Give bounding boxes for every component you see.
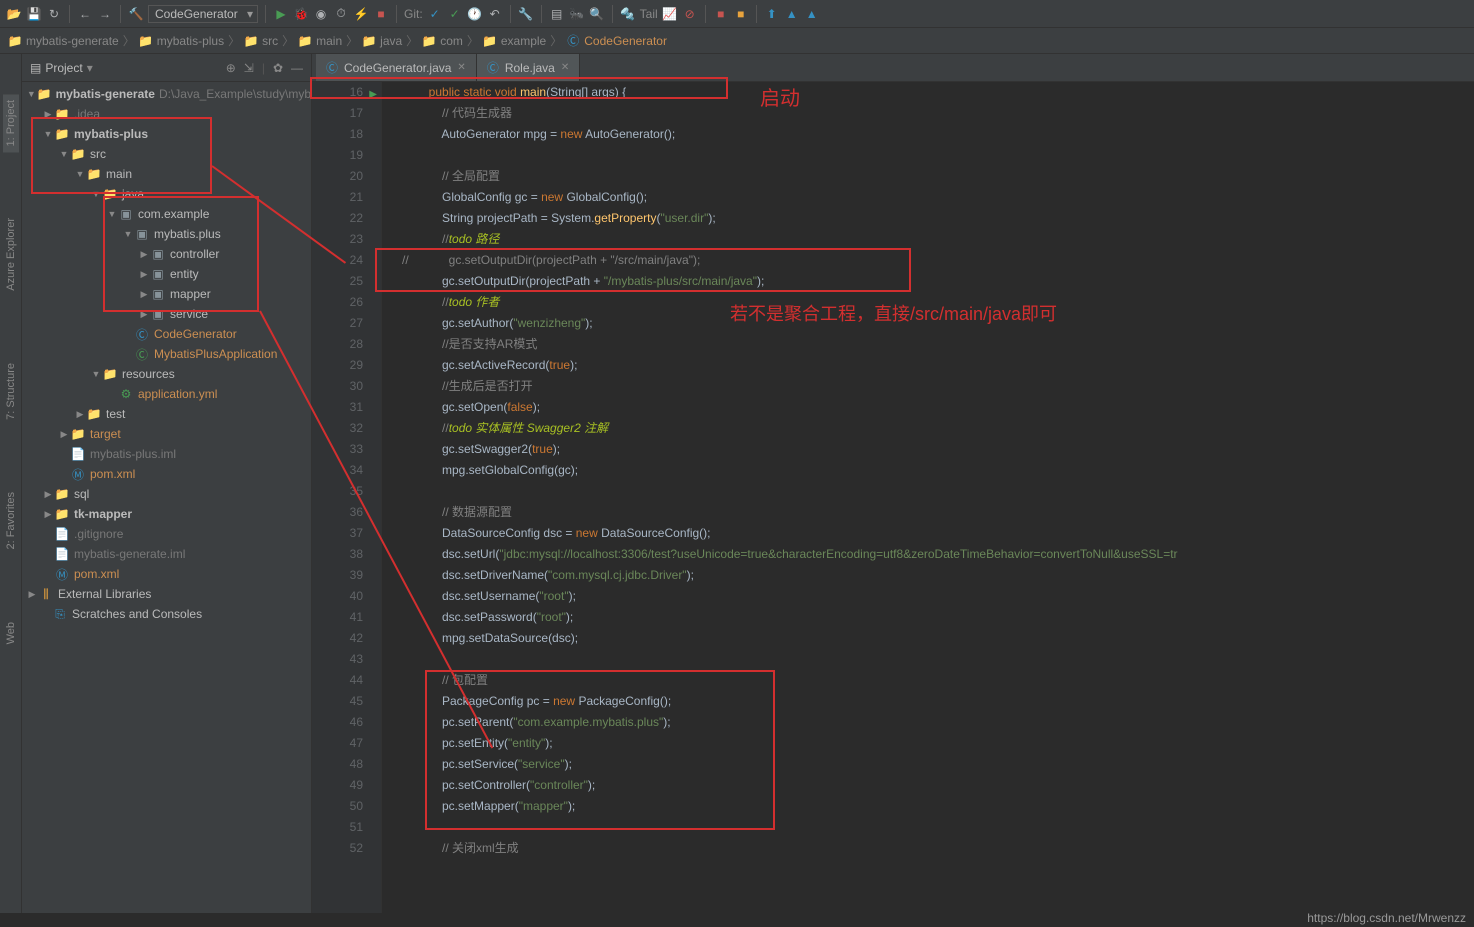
hide-icon[interactable]: — [291, 61, 303, 75]
git-label: Git: [404, 7, 423, 21]
tree-node[interactable]: ▼📁mybatis-plus [22, 124, 311, 144]
structure-icon[interactable]: ▤ [549, 6, 565, 22]
tree-scratches[interactable]: ⎘ Scratches and Consoles [22, 604, 311, 624]
tree-node[interactable]: ▼📁src [22, 144, 311, 164]
breadcrumb-item[interactable]: 📁src [244, 34, 278, 48]
collapse-icon[interactable]: ⇲ [244, 61, 254, 75]
tools-icon[interactable]: 🔩 [620, 6, 636, 22]
tree-node[interactable]: ▼📁resources [22, 364, 311, 384]
left-toolbar: 1: Project Azure Explorer 7: Structure 2… [0, 54, 22, 913]
tree-node[interactable]: ▼▣com.example [22, 204, 311, 224]
tree-node[interactable]: ⒸMybatisPlusApplication [22, 344, 311, 364]
save-icon[interactable]: 💾 [26, 6, 42, 22]
tree-node[interactable]: ▶▣controller [22, 244, 311, 264]
tree-node[interactable]: 📄mybatis-plus.iml [22, 444, 311, 464]
azure-explorer-tab[interactable]: Azure Explorer [3, 212, 19, 297]
favorites-tool-tab[interactable]: 2: Favorites [3, 486, 19, 555]
git-commit-icon[interactable]: ✓ [447, 6, 463, 22]
debug-icon[interactable]: 🐞 [293, 6, 309, 22]
tree-node[interactable]: ▼📁java [22, 184, 311, 204]
breadcrumb-item[interactable]: 📁com [422, 34, 463, 48]
project-tool-tab[interactable]: 1: Project [3, 94, 19, 152]
tree-node[interactable]: Ⓜpom.xml [22, 464, 311, 484]
up-icon[interactable]: ⬆ [764, 6, 780, 22]
editor-area: Ⓒ CodeGenerator.java ✕ Ⓒ Role.java ✕ 16▶… [312, 54, 1474, 913]
wrench-icon[interactable]: 🔧 [518, 6, 534, 22]
azure-icon[interactable]: ▲ [784, 6, 800, 22]
breadcrumb-item[interactable]: 📁example [483, 34, 546, 48]
breadcrumb-item[interactable]: 📁mybatis-generate [8, 34, 119, 48]
forward-icon[interactable]: → [97, 6, 113, 22]
editor-tab[interactable]: Ⓒ CodeGenerator.java ✕ [316, 54, 477, 81]
tree-node[interactable]: ▶▣mapper [22, 284, 311, 304]
run-icon[interactable]: ▶ [273, 6, 289, 22]
tree-node[interactable]: ▶📁test [22, 404, 311, 424]
concurrent-icon[interactable]: ⚡ [353, 6, 369, 22]
back-icon[interactable]: ← [77, 6, 93, 22]
breadcrumb-item[interactable]: 📁main [298, 34, 342, 48]
tree-node[interactable]: Ⓜpom.xml [22, 564, 311, 584]
tree-root[interactable]: ▼📁 mybatis-generate D:\Java_Example\stud… [22, 84, 311, 104]
run-config-combo[interactable]: CodeGenerator [148, 5, 258, 23]
close-icon[interactable]: ✕ [457, 62, 465, 73]
stop-icon[interactable]: ■ [373, 6, 389, 22]
git-revert-icon[interactable]: ↶ [487, 6, 503, 22]
gear-icon[interactable]: ✿ [273, 61, 283, 75]
code-editor[interactable]: 16▶1718192021222324252627282930313233343… [312, 82, 1474, 913]
class-icon: Ⓒ [487, 59, 499, 76]
close-icon[interactable]: ✕ [561, 62, 569, 73]
project-panel-header: ▤Project ▾ ⊕ ⇲ | ✿ — [22, 54, 311, 82]
git-history-icon[interactable]: 🕐 [467, 6, 483, 22]
tree-node[interactable]: 📄.gitignore [22, 524, 311, 544]
tab-label: CodeGenerator.java [344, 61, 451, 75]
azure2-icon[interactable]: ▲ [804, 6, 820, 22]
git-update-icon[interactable]: ✓ [427, 6, 443, 22]
structure-tool-tab[interactable]: 7: Structure [3, 357, 19, 426]
tree-node[interactable]: ▶📁tk-mapper [22, 504, 311, 524]
tree-node[interactable]: ▶▣service [22, 304, 311, 324]
tree-node[interactable]: ▶📁.idea [22, 104, 311, 124]
project-icon: ▤ [30, 61, 41, 75]
project-tree[interactable]: ▼📁 mybatis-generate D:\Java_Example\stud… [22, 82, 311, 913]
tail-label: Tail [640, 7, 658, 21]
watermark: https://blog.csdn.net/Mrwenzz [1307, 911, 1466, 925]
graph-icon[interactable]: 📈 [662, 6, 678, 22]
web-tool-tab[interactable]: Web [3, 616, 19, 650]
main-toolbar: 📂 💾 ↻ ← → 🔨 CodeGenerator ▶ 🐞 ◉ ⏱ ⚡ ■ Gi… [0, 0, 1474, 28]
code-body[interactable]: public static void main(String[] args) {… [382, 82, 1474, 913]
tree-node[interactable]: ▶📁sql [22, 484, 311, 504]
tree-node[interactable]: ⚙application.yml [22, 384, 311, 404]
tree-external-libs[interactable]: ▶⫼ External Libraries [22, 584, 311, 604]
ant-icon[interactable]: 🐜 [569, 6, 585, 22]
line-gutter: 16▶1718192021222324252627282930313233343… [312, 82, 382, 913]
tree-node[interactable]: ▼▣mybatis.plus [22, 224, 311, 244]
open-icon[interactable]: 📂 [6, 6, 22, 22]
tab-label: Role.java [505, 61, 555, 75]
tree-node[interactable]: ▶▣entity [22, 264, 311, 284]
editor-tabs: Ⓒ CodeGenerator.java ✕ Ⓒ Role.java ✕ [312, 54, 1474, 82]
breadcrumb-item[interactable]: ⒸCodeGenerator [566, 34, 667, 48]
tree-node[interactable]: ▶📁target [22, 424, 311, 444]
project-panel: ▤Project ▾ ⊕ ⇲ | ✿ — ▼📁 mybatis-generate… [22, 54, 312, 913]
orange-square-icon[interactable]: ■ [733, 6, 749, 22]
tree-node[interactable]: 📄mybatis-generate.iml [22, 544, 311, 564]
red-square-icon[interactable]: ■ [713, 6, 729, 22]
editor-tab[interactable]: Ⓒ Role.java ✕ [477, 54, 580, 81]
breadcrumb-bar: 📁mybatis-generate〉 📁mybatis-plus〉 📁src〉 … [0, 28, 1474, 54]
project-title: Project [45, 61, 82, 75]
breadcrumb-item[interactable]: 📁java [362, 34, 402, 48]
tree-node[interactable]: ▼📁main [22, 164, 311, 184]
block-icon[interactable]: ⊘ [682, 6, 698, 22]
tree-node[interactable]: ⒸCodeGenerator [22, 324, 311, 344]
class-icon: Ⓒ [326, 59, 338, 76]
breadcrumb-item[interactable]: 📁mybatis-plus [139, 34, 224, 48]
build-icon[interactable]: 🔨 [128, 6, 144, 22]
refresh-icon[interactable]: ↻ [46, 6, 62, 22]
search-icon[interactable]: 🔍 [589, 6, 605, 22]
profile-icon[interactable]: ⏱ [333, 6, 349, 22]
locate-icon[interactable]: ⊕ [226, 61, 236, 75]
coverage-icon[interactable]: ◉ [313, 6, 329, 22]
